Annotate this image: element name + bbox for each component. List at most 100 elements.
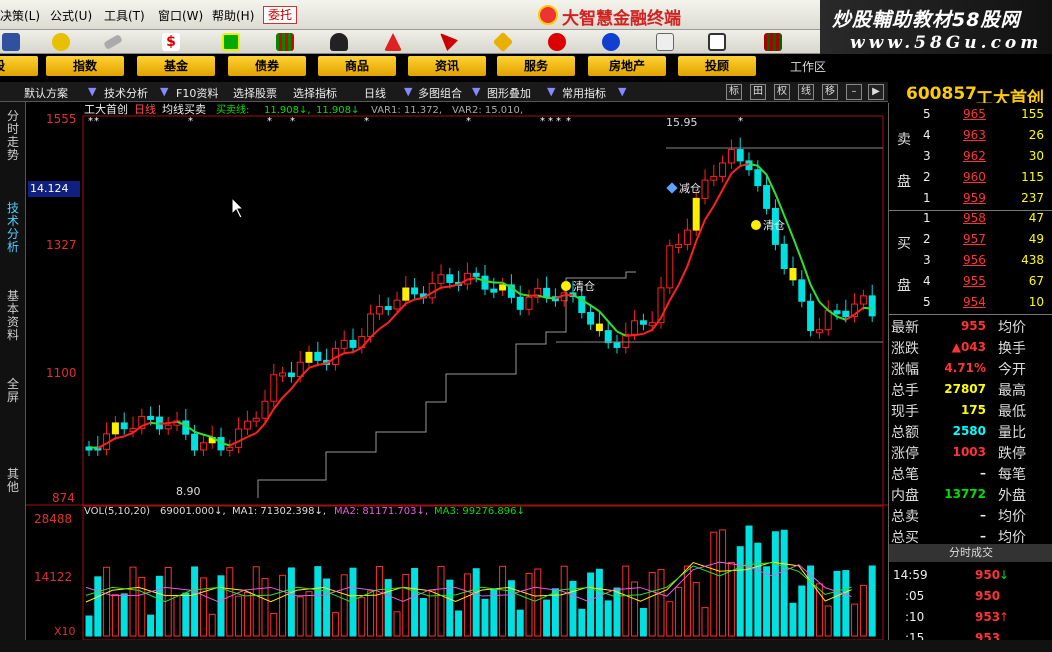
select-stock-button[interactable]: 选择股票 <box>233 85 277 101</box>
dollar-icon[interactable]: $ <box>162 33 180 51</box>
volume-bar <box>780 529 788 637</box>
grid-icon[interactable] <box>2 33 20 51</box>
tab-intraday[interactable]: 分时走势 <box>4 110 22 162</box>
blue-ball-icon[interactable] <box>602 33 620 51</box>
volume-bar <box>85 615 93 637</box>
rights-button[interactable]: 权 <box>774 84 790 100</box>
tab-other[interactable]: 其他 <box>4 468 22 494</box>
candle-body <box>199 442 207 451</box>
chevron-down-icon[interactable]: ▼ <box>472 85 480 98</box>
volume-bar <box>129 566 137 637</box>
books-icon[interactable] <box>764 33 782 51</box>
period-select[interactable]: 日线 <box>364 85 386 101</box>
candle-body <box>842 310 850 318</box>
order-level: 5 <box>923 295 931 309</box>
tab-fundamentals[interactable]: 基本资料 <box>4 290 22 342</box>
nav-tab-index[interactable]: 指数 <box>46 56 124 76</box>
bars-icon[interactable] <box>276 33 294 51</box>
buy-price[interactable]: 954 <box>963 295 986 309</box>
candle-body <box>270 374 278 402</box>
stat-label: 总额 <box>891 425 919 441</box>
volume-bar <box>455 610 463 637</box>
mark-button[interactable]: 标 <box>726 84 742 100</box>
chevron-down-icon[interactable]: ▼ <box>88 85 96 98</box>
entrust-button[interactable]: 委托 <box>263 6 297 24</box>
nav-tab-realestate[interactable]: 房地产 <box>588 56 666 76</box>
ticks-title[interactable]: 分时成交 <box>889 544 1052 562</box>
nav-tab-commodity[interactable]: 商品 <box>318 56 396 76</box>
common-indicators-button[interactable]: 常用指标 <box>562 85 606 101</box>
stat-label: 涨幅 <box>891 362 919 378</box>
nav-tab-news[interactable]: 资讯 <box>408 56 486 76</box>
candle-body <box>375 306 383 315</box>
candle-body <box>780 243 788 270</box>
line-button[interactable]: 线 <box>798 84 814 100</box>
pin-icon[interactable] <box>440 33 458 51</box>
menu-formula[interactable]: 公式(U) <box>50 7 92 24</box>
overlay-button[interactable]: 图形叠加 <box>487 85 531 101</box>
sell-price[interactable]: 960 <box>963 170 986 184</box>
nav-tab-advisor[interactable]: 投顾 <box>678 56 756 76</box>
buy-price[interactable]: 956 <box>963 253 986 267</box>
buy-price[interactable]: 958 <box>963 211 986 225</box>
menu-help[interactable]: 帮助(H) <box>212 7 254 24</box>
sell-side-label-2: 盘 <box>897 174 911 190</box>
flag-icon[interactable] <box>222 33 240 51</box>
binoculars-icon[interactable] <box>330 33 348 51</box>
sell-price[interactable]: 965 <box>963 107 986 121</box>
crosshair-icon[interactable] <box>52 33 70 51</box>
window-icon[interactable] <box>708 33 726 51</box>
workarea-label[interactable]: 工作区 <box>790 58 826 75</box>
play-icon[interactable]: ▶ <box>868 84 884 100</box>
tab-technical[interactable]: 技术分析 <box>4 202 22 254</box>
buy-side-label-2: 盘 <box>897 278 911 294</box>
nav-tab-fund[interactable]: 基金 <box>137 56 215 76</box>
candle-body <box>340 339 348 349</box>
tick-price: 950 <box>975 589 1001 603</box>
move-button[interactable]: 移 <box>822 84 838 100</box>
chevron-down-icon[interactable]: ▼ <box>618 85 626 98</box>
grid-button[interactable]: 田 <box>750 84 766 100</box>
stat-value: 955 <box>960 319 986 333</box>
bell-icon[interactable] <box>384 33 402 51</box>
vol-header-ma2: MA2: 81171.703↓, <box>334 506 428 517</box>
select-indicator-button[interactable]: 选择指标 <box>293 85 337 101</box>
chevron-down-icon[interactable]: ▼ <box>404 85 412 98</box>
kline-chart[interactable]: 工大首创 日线 均线买卖 买卖线: 11.908↓, 11.908↓ VAR1:… <box>26 102 888 641</box>
chart-area[interactable]: 工大首创 日线 均线买卖 买卖线: 11.908↓, 11.908↓ VAR1:… <box>26 102 888 641</box>
chevron-down-icon[interactable]: ▼ <box>160 85 168 98</box>
volume-bar <box>595 568 603 637</box>
tech-analysis-button[interactable]: 技术分析 <box>104 85 148 101</box>
main-header-v1: 11.908↓, <box>264 105 311 116</box>
buy-price[interactable]: 955 <box>963 274 986 288</box>
volume-bar <box>534 568 542 637</box>
diamond-icon[interactable] <box>492 31 514 53</box>
volume-bar <box>472 568 480 637</box>
sell-price[interactable]: 963 <box>963 128 986 142</box>
multi-chart-button[interactable]: 多图组合 <box>418 85 462 101</box>
menu-decision[interactable]: 决策(L) <box>0 7 40 24</box>
tab-fullscreen[interactable]: 全屏 <box>4 378 22 404</box>
menu-tools[interactable]: 工具(T) <box>104 7 145 24</box>
sell-price[interactable]: 959 <box>963 191 986 205</box>
f10-button[interactable]: F10资料 <box>176 85 218 101</box>
red-ball-icon[interactable] <box>548 33 566 51</box>
card-icon[interactable] <box>656 33 674 51</box>
nav-tab-stock[interactable]: 股 <box>0 56 38 76</box>
chevron-down-icon[interactable]: ▼ <box>547 85 555 98</box>
sell-price[interactable]: 962 <box>963 149 986 163</box>
nav-tab-service[interactable]: 服务 <box>497 56 575 76</box>
buy-price[interactable]: 957 <box>963 232 986 246</box>
ruler-icon[interactable] <box>103 34 123 50</box>
volume-bar <box>367 590 375 637</box>
candle-body <box>798 279 806 302</box>
scheme-select[interactable]: 默认方案 <box>24 85 68 101</box>
candle-body <box>481 275 489 290</box>
nav-tab-bond[interactable]: 债券 <box>228 56 306 76</box>
stat-label-right: 今开 <box>998 362 1026 378</box>
volume-bar <box>683 565 691 637</box>
minimize-icon[interactable]: – <box>846 84 862 100</box>
menu-window[interactable]: 窗口(W) <box>158 7 203 24</box>
order-volume: 155 <box>1021 107 1044 121</box>
high-label: 15.95 <box>666 116 698 129</box>
